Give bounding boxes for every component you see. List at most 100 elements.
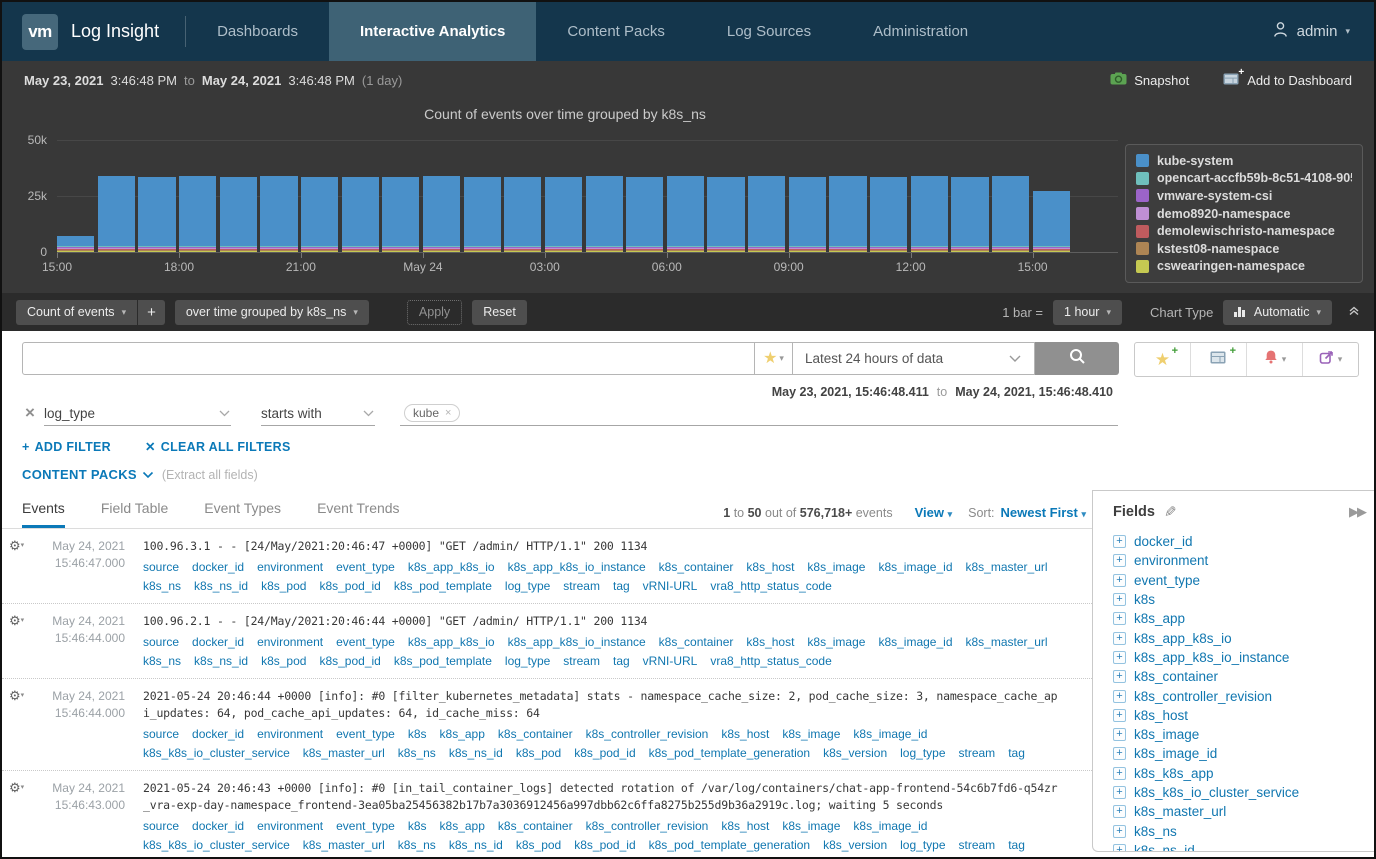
search-input[interactable] [22,342,755,375]
event-field-link-k8s-ns-id[interactable]: k8s_ns_id [194,577,248,596]
field-item-k8s-app-k8s-io-instance[interactable]: +k8s_app_k8s_io_instance [1113,648,1376,667]
event-field-link-vrni-url[interactable]: vRNI-URL [643,652,698,671]
event-field-link-k8s-image[interactable]: k8s_image [807,633,865,652]
field-item-k8s-image-id[interactable]: +k8s_image_id [1113,744,1376,763]
add-field-icon[interactable]: + [1113,786,1126,799]
event-field-link-k8s-host[interactable]: k8s_host [721,725,769,744]
chart-bar-14[interactable] [626,177,663,252]
event-field-link-k8s-container[interactable]: k8s_container [498,725,573,744]
collapse-panel-icon[interactable]: ▶▶ [1349,504,1365,520]
add-function-button[interactable]: + [138,300,165,325]
nav-tab-log-sources[interactable]: Log Sources [696,2,842,61]
event-field-link-k8s-app[interactable]: k8s_app [440,817,485,836]
snapshot-button[interactable]: Snapshot [1110,72,1189,88]
event-field-link-stream[interactable]: stream [563,652,600,671]
event-actions-gear[interactable]: ⚙▾ [2,538,43,595]
event-field-link-k8s-pod-id[interactable]: k8s_pod_id [319,652,380,671]
event-actions-gear[interactable]: ⚙▾ [2,780,43,854]
legend-item-kube-system[interactable]: kube-system [1136,152,1352,170]
save-favorite-button[interactable]: ★ + [1135,343,1190,376]
add-field-icon[interactable]: + [1113,535,1126,548]
event-field-link-k8s-ns-id[interactable]: k8s_ns_id [194,652,248,671]
chart-bar-0[interactable] [57,236,94,252]
event-field-link-k8s-pod-id[interactable]: k8s_pod_id [574,744,635,763]
share-dropdown[interactable]: ▾ [1302,343,1358,376]
alerts-dropdown[interactable]: ▾ [1246,343,1302,376]
event-field-link-k8s-app-k8s-io[interactable]: k8s_app_k8s_io [408,633,495,652]
view-dropdown[interactable]: View ▾ [915,505,953,520]
event-field-link-event-type[interactable]: event_type [336,817,395,836]
edit-fields-icon[interactable]: ✎ [1164,503,1177,521]
event-field-link-event-type[interactable]: event_type [336,558,395,577]
event-field-link-k8s-image-id[interactable]: k8s_image_id [853,817,927,836]
event-field-link-k8s-image[interactable]: k8s_image [782,817,840,836]
event-field-link-tag[interactable]: tag [613,577,630,596]
field-item-k8s-image[interactable]: +k8s_image [1113,725,1376,744]
event-field-link-k8s-master-url[interactable]: k8s_master_url [966,633,1048,652]
event-field-link-k8s-image[interactable]: k8s_image [807,558,865,577]
event-field-link-k8s-ns-id[interactable]: k8s_ns_id [449,744,503,763]
event-field-link-k8s-app-k8s-io-instance[interactable]: k8s_app_k8s_io_instance [508,558,646,577]
favorite-queries-dropdown[interactable]: ★ ▾ [755,342,793,375]
chip-remove-icon[interactable]: × [445,407,451,419]
event-field-link-k8s-pod[interactable]: k8s_pod [516,836,561,855]
chart-type-dropdown[interactable]: Automatic▾ [1223,300,1332,325]
add-field-icon[interactable]: + [1113,825,1126,838]
chart-bar-12[interactable] [545,177,582,252]
legend-item-vmware-system-csi[interactable]: vmware-system-csi [1136,187,1352,205]
event-field-link-vrni-url[interactable]: vRNI-URL [643,577,698,596]
chart-bar-22[interactable] [951,177,988,252]
event-field-link-k8s-app[interactable]: k8s_app [440,725,485,744]
event-field-link-k8s-ns[interactable]: k8s_ns [398,744,436,763]
event-field-link-k8s-container[interactable]: k8s_container [498,817,573,836]
chart-bar-8[interactable] [382,177,419,252]
event-field-link-environment[interactable]: environment [257,633,323,652]
add-field-icon[interactable]: + [1113,747,1126,760]
event-field-link-source[interactable]: source [143,633,179,652]
filter-field-dropdown[interactable]: log_type [44,401,231,426]
event-field-link-k8s-image-id[interactable]: k8s_image_id [878,633,952,652]
remove-filter-icon[interactable]: × [25,404,35,421]
chart-bar-5[interactable] [260,176,297,252]
field-item-k8s-ns-id[interactable]: +k8s_ns_id [1113,841,1376,852]
event-field-link-event-type[interactable]: event_type [336,725,395,744]
event-field-link-k8s-pod[interactable]: k8s_pod [261,577,306,596]
event-field-link-k8s-host[interactable]: k8s_host [746,558,794,577]
legend-item-cswearingen-namespace[interactable]: cswearingen-namespace [1136,258,1352,276]
event-field-link-k8s-k8s-io-cluster-service[interactable]: k8s_k8s_io_cluster_service [143,836,290,855]
filter-operator-dropdown[interactable]: starts with [261,401,375,426]
event-field-link-k8s-version[interactable]: k8s_version [823,836,887,855]
event-field-link-k8s-image-id[interactable]: k8s_image_id [878,558,952,577]
add-field-icon[interactable]: + [1113,767,1126,780]
field-item-docker-id[interactable]: +docker_id [1113,532,1376,551]
event-field-link-k8s-controller-revision[interactable]: k8s_controller_revision [586,725,709,744]
collapse-chart-icon[interactable] [1348,303,1360,321]
field-item-k8s-k8s-io-cluster-service[interactable]: +k8s_k8s_io_cluster_service [1113,783,1376,802]
event-field-link-k8s-app-k8s-io[interactable]: k8s_app_k8s_io [408,558,495,577]
event-field-link-log-type[interactable]: log_type [505,577,550,596]
event-actions-gear[interactable]: ⚙▾ [2,613,43,670]
chart-bar-13[interactable] [586,176,623,252]
legend-item-demo8920-namespace[interactable]: demo8920-namespace [1136,205,1352,223]
event-field-link-k8s[interactable]: k8s [408,725,427,744]
event-field-link-tag[interactable]: tag [1008,744,1025,763]
add-to-dashboard-button[interactable]: + Add to Dashboard [1223,72,1352,88]
chart-bar-18[interactable] [789,177,826,252]
field-item-k8s-app[interactable]: +k8s_app [1113,609,1376,628]
chart-bar-23[interactable] [992,176,1029,252]
tab-events[interactable]: Events [22,500,65,528]
event-field-link-docker-id[interactable]: docker_id [192,558,244,577]
add-field-icon[interactable]: + [1113,574,1126,587]
add-field-icon[interactable]: + [1113,554,1126,567]
tab-event-types[interactable]: Event Types [204,500,281,528]
add-field-icon[interactable]: + [1113,593,1126,606]
event-field-link-k8s-pod-template-generation[interactable]: k8s_pod_template_generation [649,836,810,855]
content-packs-dropdown[interactable]: CONTENT PACKS [22,467,154,482]
event-field-link-k8s-host[interactable]: k8s_host [721,817,769,836]
event-field-link-k8s-pod[interactable]: k8s_pod [516,744,561,763]
event-field-link-k8s-ns[interactable]: k8s_ns [143,652,181,671]
event-field-link-k8s-host[interactable]: k8s_host [746,633,794,652]
event-field-link-vra8-http-status-code[interactable]: vra8_http_status_code [710,652,831,671]
tab-event-trends[interactable]: Event Trends [317,500,400,528]
event-field-link-log-type[interactable]: log_type [900,836,945,855]
